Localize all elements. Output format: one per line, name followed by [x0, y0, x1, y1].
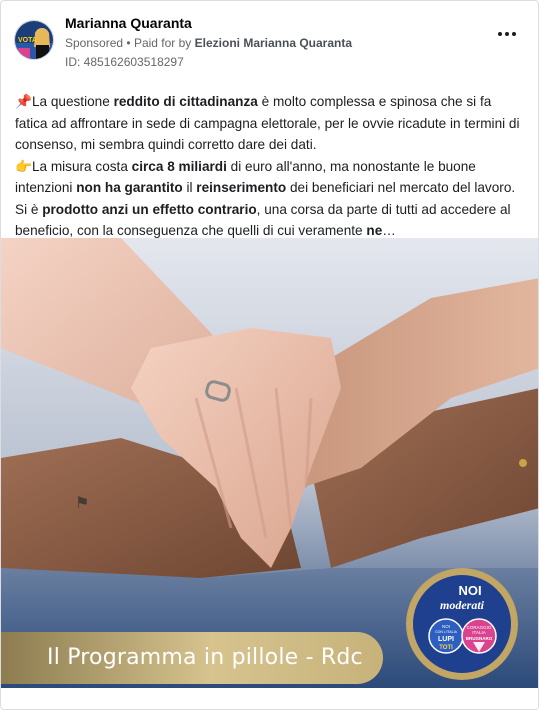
bold-span: ne [366, 223, 383, 238]
meta-separator: • [126, 36, 134, 50]
post-text: 📌La questione reddito di cittadinanza è … [15, 91, 525, 242]
paragraph-2: 👉La misura costa circa 8 miliardi di eur… [15, 156, 525, 242]
text-span: La misura costa [31, 158, 132, 174]
more-horizontal-icon-dot [512, 32, 516, 36]
avatar-word: VOTA [18, 37, 37, 44]
page-name-link[interactable]: Marianna Quaranta [65, 15, 192, 31]
pushpin-icon: 📌 [15, 94, 32, 109]
more-horizontal-icon-dot [505, 32, 509, 36]
bold-span: reddito di cittadinanza [113, 94, 258, 109]
logo-right-2: ITALIA [472, 630, 485, 635]
sponsored-meta: Sponsored • Paid for by Elezioni Mariann… [65, 36, 352, 50]
noi-moderati-logo: NOI moderati NOI CON L'ITALIA LUPI TOTI … [406, 568, 518, 680]
logo-left-4: TOTI [439, 645, 453, 651]
program-banner: Il Programma in pillole - Rdc [1, 632, 383, 684]
paid-for-prefix: Paid for by [133, 36, 192, 50]
logo-left-1: NOI [442, 624, 450, 629]
logo-right-3: BRUGNARO [466, 636, 493, 641]
ad-post-card: VOTA Marianna Quaranta Sponsored • Paid … [0, 0, 539, 710]
avatar-image: VOTA [15, 21, 53, 59]
paid-for-by-name: Elezioni Marianna Quaranta [194, 36, 353, 50]
bold-span: circa 8 miliardi [131, 158, 227, 174]
paragraph-1: 📌La questione reddito di cittadinanza è … [15, 91, 525, 156]
more-horizontal-icon [498, 32, 502, 36]
logo-title-2: moderati [440, 598, 485, 612]
bold-span: prodotto anzi un effetto contrario [42, 201, 257, 217]
see-more-ellipsis[interactable]: … [382, 223, 396, 238]
ad-id: ID: 485162603518297 [65, 55, 184, 69]
card-footer-gap [1, 688, 538, 709]
post-header: VOTA Marianna Quaranta Sponsored • Paid … [1, 1, 538, 77]
logo-left-2: CON L'ITALIA [435, 630, 457, 634]
avatar[interactable]: VOTA [14, 20, 54, 60]
logo-left-3: LUPI [438, 636, 454, 643]
text-span: La questione [31, 94, 114, 109]
more-options-button[interactable] [498, 28, 518, 40]
sponsored-label: Sponsored [65, 36, 124, 50]
bold-span: reinserimento [196, 180, 287, 195]
logo-title-1: NOI [458, 583, 481, 598]
text-span: il [182, 180, 197, 195]
banner-text: Il Programma in pillole - Rdc [47, 645, 363, 670]
svg-text:⚑: ⚑ [75, 493, 89, 512]
bold-span: non ha garantito [76, 180, 183, 195]
party-logo-image: NOI moderati NOI CON L'ITALIA LUPI TOTI … [407, 569, 517, 679]
pointing-right-icon: 👉 [15, 158, 32, 174]
